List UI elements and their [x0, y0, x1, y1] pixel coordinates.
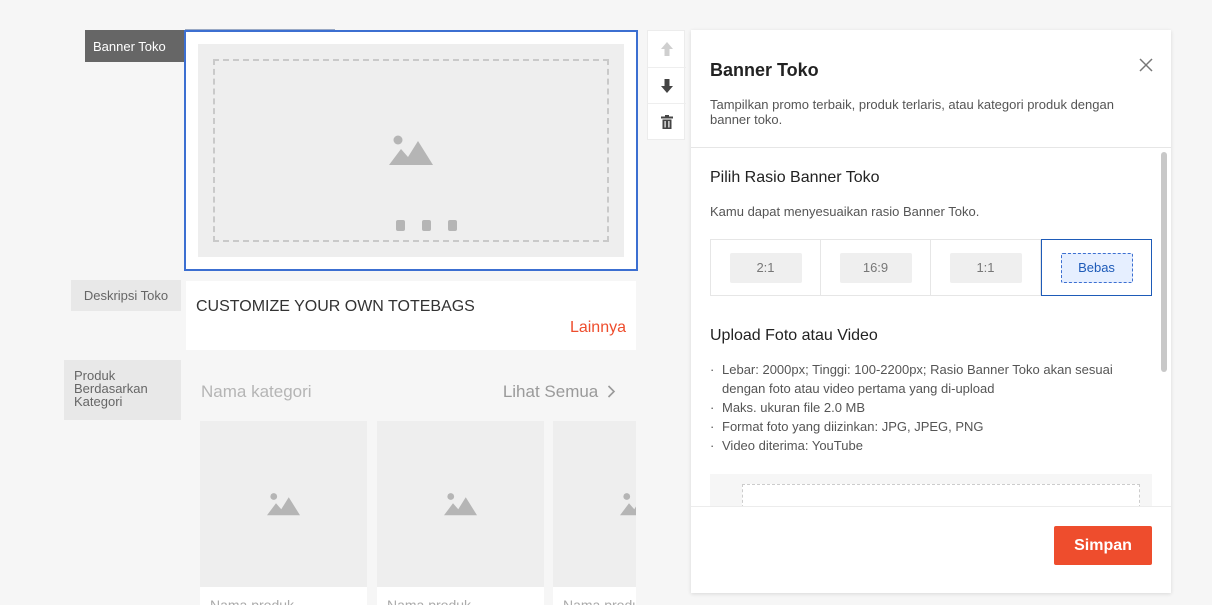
ratio-option-16-9[interactable]: 16:9 — [821, 240, 931, 295]
upload-rule: Maks. ukuran file 2.0 MB — [710, 398, 1155, 417]
image-placeholder-icon — [389, 135, 433, 165]
move-down-button[interactable] — [648, 68, 686, 104]
section-label-products[interactable]: Produk Berdasarkan Kategori — [64, 360, 181, 420]
upload-rules-list: Lebar: 2000px; Tinggi: 100-2200px; Rasio… — [710, 360, 1155, 455]
upload-rule: Video diterima: YouTube — [710, 436, 1155, 455]
image-placeholder-icon — [444, 493, 477, 516]
ratio-label: 16:9 — [839, 252, 912, 283]
ratio-section-description: Kamu dapat menyesuaikan rasio Banner Tok… — [710, 204, 980, 219]
upload-rule: Format foto yang diizinkan: JPG, JPEG, P… — [710, 417, 1155, 436]
section-toolbar — [647, 30, 686, 140]
carousel-dot — [396, 220, 405, 231]
move-up-button[interactable] — [648, 31, 686, 67]
ratio-option-2-1[interactable]: 2:1 — [711, 240, 821, 295]
banner-preview[interactable] — [184, 30, 638, 271]
banner-settings-panel: Banner Toko Tampilkan promo terbaik, pro… — [691, 30, 1171, 593]
ratio-label: 1:1 — [949, 252, 1022, 283]
products-preview[interactable]: Nama kategori Lihat Semua Nama produk Na… — [186, 350, 636, 605]
arrow-up-icon — [661, 42, 673, 56]
product-name: Nama produk — [387, 597, 472, 605]
see-all-label: Lihat Semua — [502, 382, 599, 401]
panel-title: Banner Toko — [710, 60, 819, 80]
upload-rule: Lebar: 2000px; Tinggi: 100-2200px; Rasio… — [710, 360, 1155, 398]
page: Banner Toko Deskripsi Toko Produk Berdas… — [0, 0, 1212, 605]
banner-dashed-frame — [213, 59, 609, 242]
product-image — [377, 421, 544, 587]
description-preview[interactable]: CUSTOMIZE YOUR OWN TOTEBAGS Lainnya — [186, 281, 636, 350]
description-more-link[interactable]: Lainnya — [570, 319, 626, 337]
product-card[interactable]: Nama produk — [553, 421, 636, 605]
product-image — [553, 421, 636, 587]
section-label-description[interactable]: Deskripsi Toko — [71, 280, 181, 311]
scrollbar[interactable] — [1161, 152, 1167, 372]
upload-section-title: Upload Foto atau Video — [710, 327, 878, 344]
ratio-option-free[interactable]: Bebas — [1041, 239, 1152, 296]
image-placeholder-icon — [620, 493, 636, 516]
arrow-down-icon — [661, 79, 673, 93]
carousel-dot — [422, 220, 431, 231]
ratio-label: Bebas — [1060, 252, 1133, 283]
close-icon[interactable] — [1138, 57, 1154, 73]
product-card[interactable]: Nama produk — [200, 421, 367, 605]
carousel-dots — [396, 220, 457, 231]
ratio-section-title: Pilih Rasio Banner Toko — [710, 169, 880, 186]
chevron-right-icon — [607, 385, 616, 398]
panel-scroll-area[interactable]: Pilih Rasio Banner Toko Kamu dapat menye… — [691, 148, 1171, 506]
section-label-banner[interactable]: Banner Toko — [85, 30, 184, 62]
product-name: Nama produk — [210, 597, 295, 605]
upload-area — [710, 474, 1152, 506]
panel-subtitle: Tampilkan promo terbaik, produk terlaris… — [710, 97, 1114, 127]
trash-icon — [661, 115, 673, 129]
banner-placeholder — [198, 44, 624, 257]
description-title: CUSTOMIZE YOUR OWN TOTEBAGS — [196, 298, 475, 315]
see-all-link[interactable]: Lihat Semua — [503, 382, 616, 402]
ratio-options: 2:1 16:9 1:1 Bebas — [710, 239, 1152, 296]
carousel-dot — [448, 220, 457, 231]
ratio-option-1-1[interactable]: 1:1 — [931, 240, 1041, 295]
image-placeholder-icon — [267, 493, 300, 516]
save-button[interactable]: Simpan — [1054, 526, 1152, 565]
delete-button[interactable] — [648, 104, 686, 140]
category-name: Nama kategori — [201, 382, 312, 401]
product-card[interactable]: Nama produk — [377, 421, 544, 605]
product-image — [200, 421, 367, 587]
footer-divider — [691, 506, 1171, 507]
product-name: Nama produk — [563, 597, 636, 605]
upload-dropzone[interactable] — [742, 484, 1140, 506]
ratio-label: 2:1 — [729, 252, 802, 283]
